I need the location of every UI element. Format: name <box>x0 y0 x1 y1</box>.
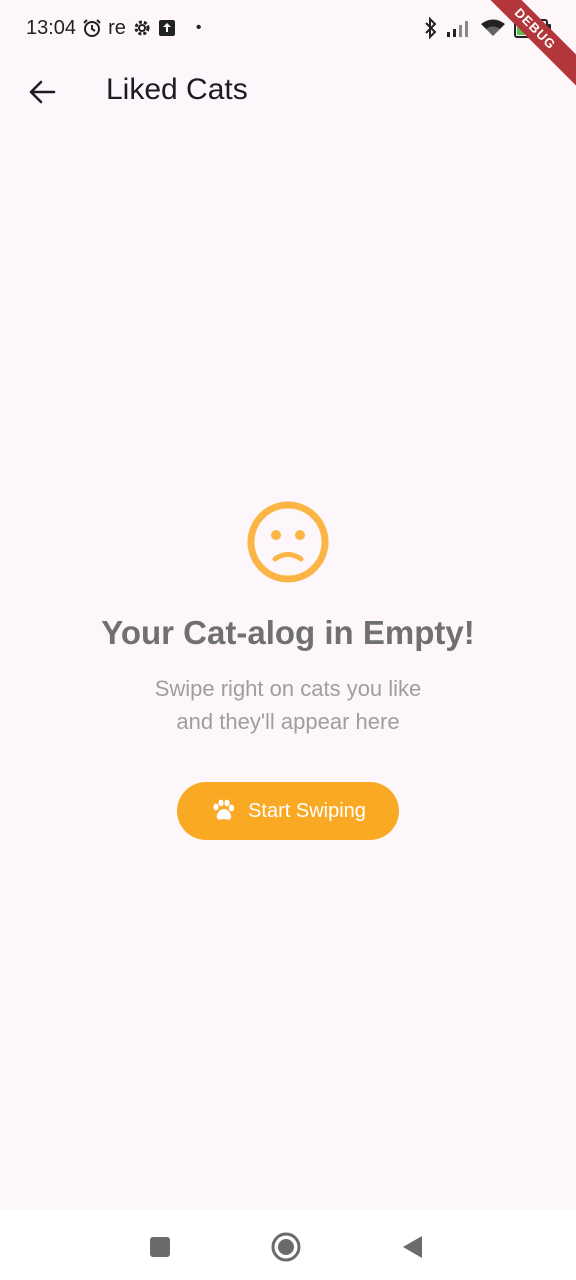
wifi-icon <box>481 19 505 36</box>
status-left: 13:04 re • <box>26 14 201 42</box>
arrow-left-icon <box>29 80 56 104</box>
start-swiping-button[interactable]: Start Swiping <box>177 782 399 840</box>
empty-state: Your Cat-alog in Empty! Swipe right on c… <box>0 500 576 840</box>
alarm-icon <box>83 19 101 37</box>
status-time: 13:04 <box>26 16 77 39</box>
sad-face-icon <box>247 501 329 583</box>
status-carrier: re <box>108 16 126 39</box>
app-bar: Liked Cats <box>0 56 576 128</box>
page-title: Liked Cats <box>106 73 248 106</box>
subtitle-line-2: and they'll appear here <box>176 709 400 734</box>
home-button[interactable] <box>269 1230 303 1264</box>
paw-icon <box>213 799 235 820</box>
subtitle-line-1: Swipe right on cats you like <box>154 676 422 701</box>
system-nav-bar <box>0 1210 576 1280</box>
upload-icon <box>158 20 175 36</box>
home-icon <box>271 1232 301 1262</box>
empty-state-title: Your Cat-alog in Empty! <box>101 614 475 651</box>
back-icon <box>403 1236 422 1258</box>
notification-dot-icon: • <box>195 19 202 36</box>
nav-back-button[interactable] <box>395 1230 429 1264</box>
bluetooth-icon <box>425 17 437 39</box>
status-bar: 13:04 re • DEBUG <box>0 0 576 90</box>
signal-icon <box>447 21 468 37</box>
start-swiping-label: Start Swiping <box>248 799 366 822</box>
recents-button[interactable] <box>143 1230 177 1264</box>
empty-state-subtitle: Swipe right on cats you like and they'll… <box>155 672 422 738</box>
back-button[interactable] <box>18 68 66 116</box>
settings-gear-icon <box>134 20 150 36</box>
recents-icon <box>150 1237 170 1257</box>
